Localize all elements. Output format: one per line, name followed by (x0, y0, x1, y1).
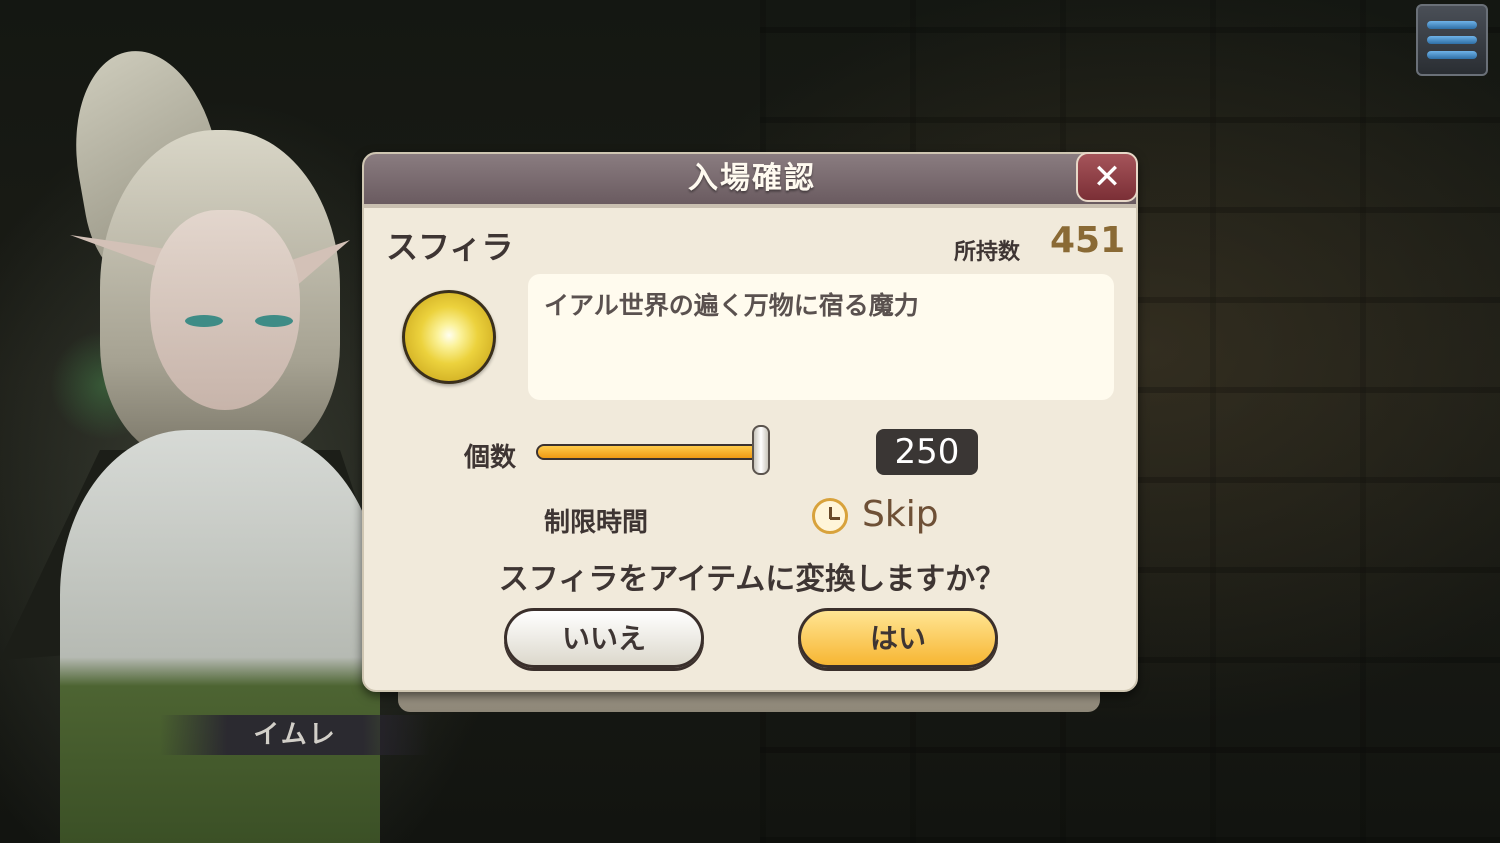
character-dress (60, 430, 380, 843)
character-eye-left (185, 315, 223, 327)
quantity-value: 250 (876, 429, 978, 475)
entry-confirm-dialog: 入場確認 ✕ スフィラ 所持数 451 イアル世界の遍く万物に宿る魔力 個数 2… (362, 152, 1138, 692)
item-name: スフィラ (386, 228, 514, 266)
confirm-question: スフィラをアイテムに変換しますか？ (498, 562, 1006, 597)
character-face (150, 210, 300, 410)
quantity-label: 個数 (464, 443, 517, 473)
owned-count-label: 所持数 (954, 240, 1021, 265)
quantity-slider-track[interactable] (536, 444, 766, 460)
yes-button[interactable]: はい (798, 608, 998, 668)
hamburger-menu-icon (1427, 21, 1477, 29)
quantity-slider-fill (538, 446, 757, 458)
time-limit-label: 制限時間 (544, 508, 649, 538)
quantity-slider-thumb[interactable] (752, 425, 770, 475)
hamburger-menu-icon-bar (1427, 36, 1477, 44)
sphira-orb-icon (402, 290, 496, 384)
close-button[interactable]: ✕ (1076, 152, 1138, 202)
owned-count-value: 451 (1050, 220, 1126, 261)
close-icon: ✕ (1092, 157, 1122, 197)
character-eye-right (255, 315, 293, 327)
no-button[interactable]: いいえ (504, 608, 704, 668)
item-description: イアル世界の遍く万物に宿る魔力 (544, 291, 919, 320)
hamburger-menu-icon-bar (1427, 51, 1477, 59)
clock-icon (812, 498, 848, 534)
dialog-title: 入場確認 (688, 161, 816, 196)
character-nameplate: イムレ (160, 715, 430, 755)
item-description-box: イアル世界の遍く万物に宿る魔力 (528, 274, 1114, 400)
hamburger-menu-button[interactable] (1416, 4, 1488, 76)
time-limit-value: Skip (862, 494, 939, 535)
